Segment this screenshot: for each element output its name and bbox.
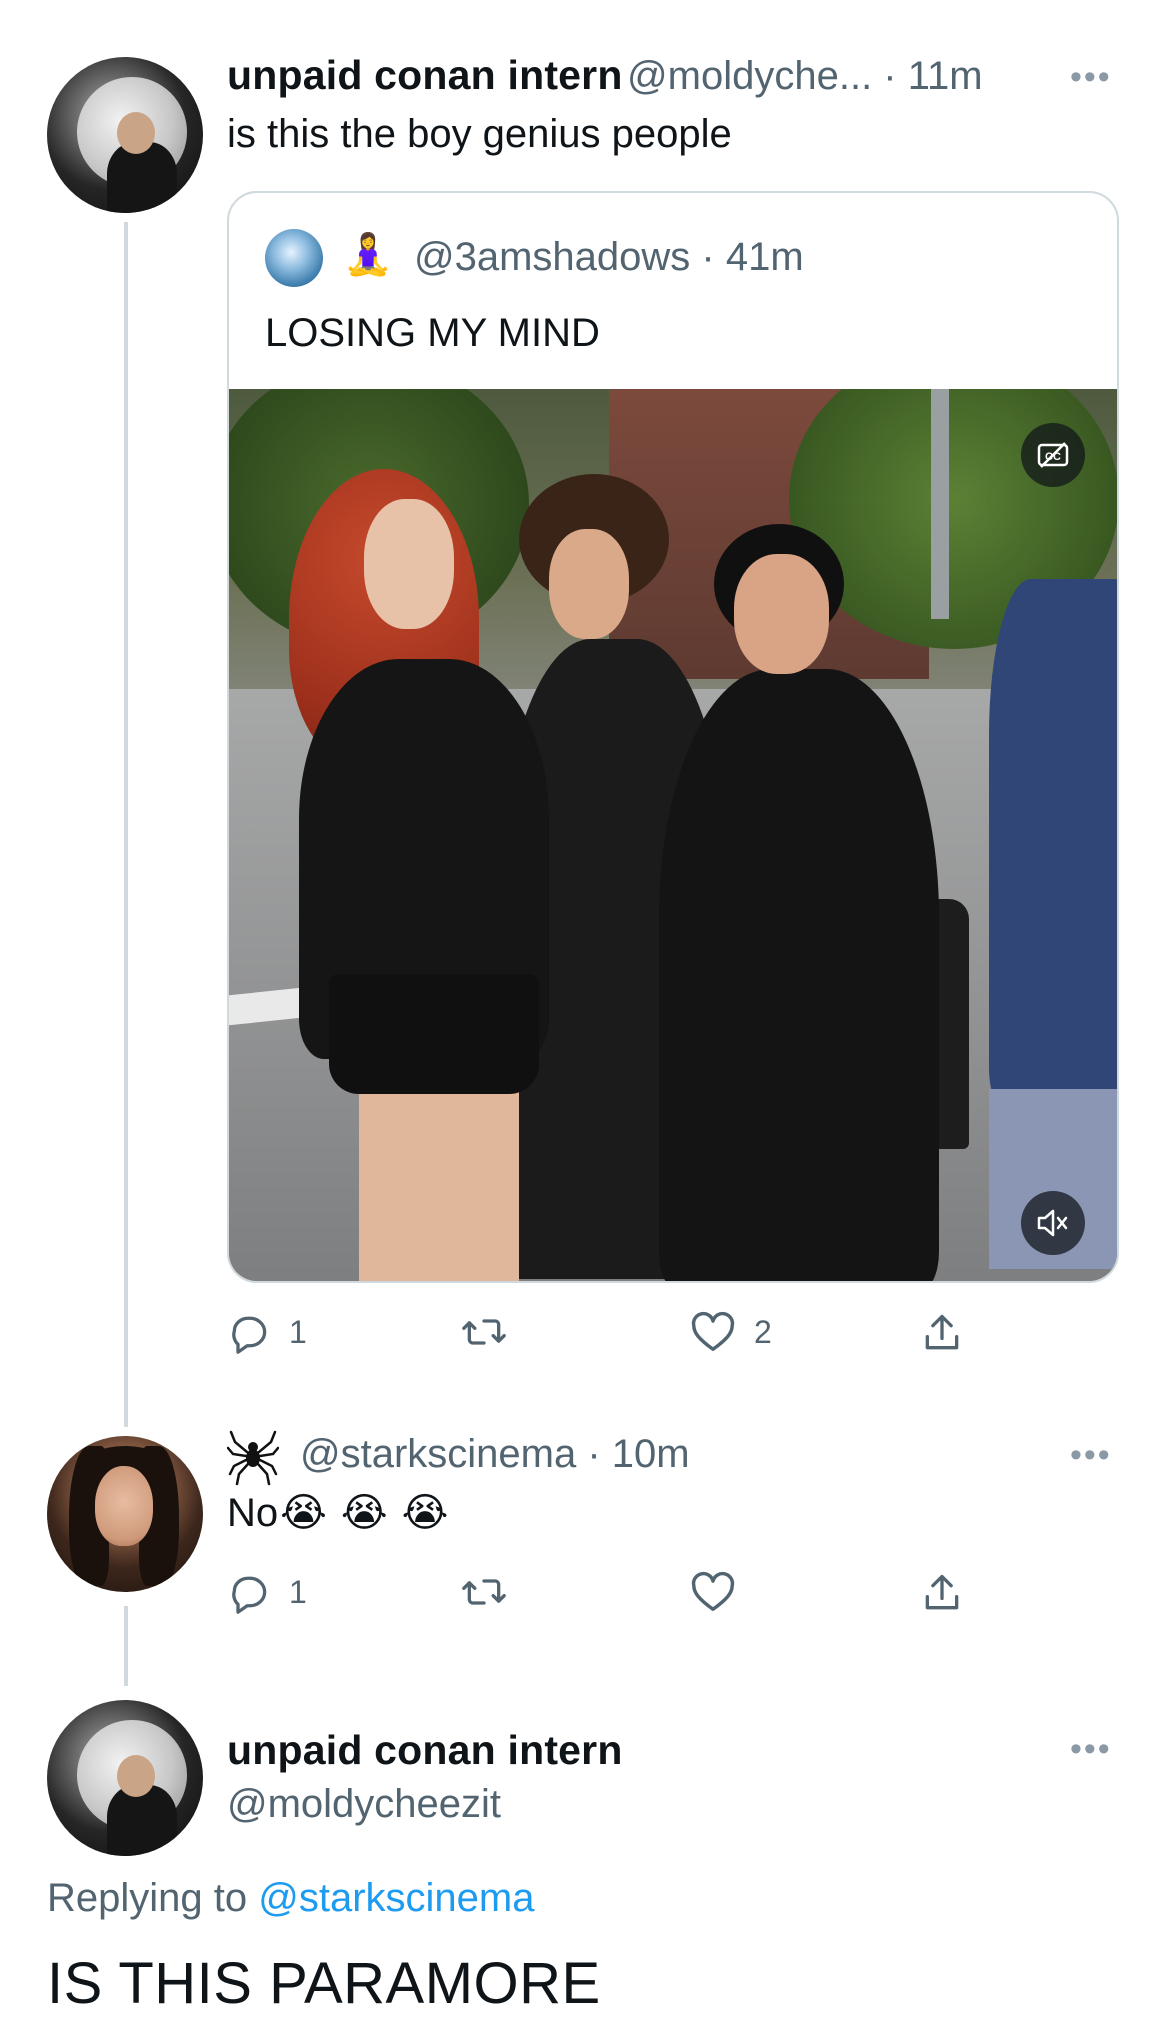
more-options-icon[interactable]: ••• — [1070, 1730, 1112, 1769]
reply-text: No 😭 😭 😭 — [227, 1490, 448, 1536]
like-button[interactable] — [690, 1570, 754, 1614]
like-count: 2 — [754, 1313, 772, 1350]
share-button[interactable] — [920, 1570, 964, 1616]
reply-count: 1 — [289, 1573, 307, 1610]
retweet-button[interactable] — [460, 1310, 526, 1354]
avatar[interactable] — [47, 1700, 203, 1856]
retweet-icon — [462, 1579, 506, 1605]
reply-button[interactable]: 1 — [227, 1310, 307, 1354]
reply-text-word: No — [227, 1490, 279, 1535]
share-button[interactable] — [920, 1310, 964, 1356]
meditation-emoji-icon: 🧘‍♀️ — [343, 233, 393, 277]
reply-icon — [232, 1316, 267, 1354]
share-icon — [925, 1314, 959, 1350]
more-options-icon[interactable]: ••• — [1070, 58, 1112, 97]
replying-to-line: Replying to @starkscinema — [47, 1876, 534, 1921]
heart-icon — [691, 1571, 735, 1611]
reply-icon — [232, 1576, 267, 1614]
like-button[interactable]: 2 — [690, 1310, 772, 1354]
video-media[interactable]: CC — [229, 389, 1117, 1281]
crying-emoji-icon: 😭 — [280, 1491, 327, 1535]
more-options-icon[interactable]: ••• — [1070, 1436, 1112, 1475]
reply-button[interactable]: 1 — [227, 1570, 307, 1614]
display-name[interactable]: unpaid conan intern — [227, 1727, 623, 1774]
replying-to-label: Replying to — [47, 1876, 248, 1920]
quoted-handle-time[interactable]: @3amshadows · 41m — [414, 235, 804, 280]
tweet-header: unpaid conan intern @moldyche... · 11m — [227, 52, 983, 99]
quoted-tweet-card[interactable]: 🧘‍♀️ @3amshadows · 41m LOSING MY MIND CC — [227, 191, 1119, 1283]
handle[interactable]: @moldycheezit — [227, 1782, 501, 1827]
handle-time[interactable]: @moldyche... · 11m — [627, 54, 983, 98]
reply-count: 1 — [289, 1313, 307, 1350]
crying-emoji-icon: 😭 — [340, 1491, 388, 1535]
avatar[interactable] — [47, 1436, 203, 1592]
thread-line — [124, 1606, 128, 1686]
retweet-button[interactable] — [460, 1570, 526, 1614]
reply-handle-time[interactable]: @starkscinema · 10m — [300, 1432, 690, 1477]
quoted-avatar[interactable] — [265, 229, 323, 287]
tweet-text: is this the boy genius people — [227, 112, 732, 156]
heart-icon — [691, 1311, 735, 1351]
crying-emoji-icon: 😭 — [401, 1491, 449, 1535]
display-name[interactable]: unpaid conan intern — [227, 52, 623, 98]
spider-icon — [226, 1428, 280, 1491]
share-icon — [925, 1574, 959, 1610]
reply-main-text: IS THIS PARAMORE — [47, 1951, 601, 2016]
captions-icon[interactable]: CC — [1021, 423, 1085, 487]
replying-to-link[interactable]: @starkscinema — [258, 1876, 534, 1920]
quoted-text: LOSING MY MIND — [265, 311, 600, 355]
mute-icon[interactable] — [1021, 1191, 1085, 1255]
avatar[interactable] — [47, 57, 203, 213]
retweet-icon — [462, 1319, 506, 1345]
thread-line — [124, 222, 128, 1427]
